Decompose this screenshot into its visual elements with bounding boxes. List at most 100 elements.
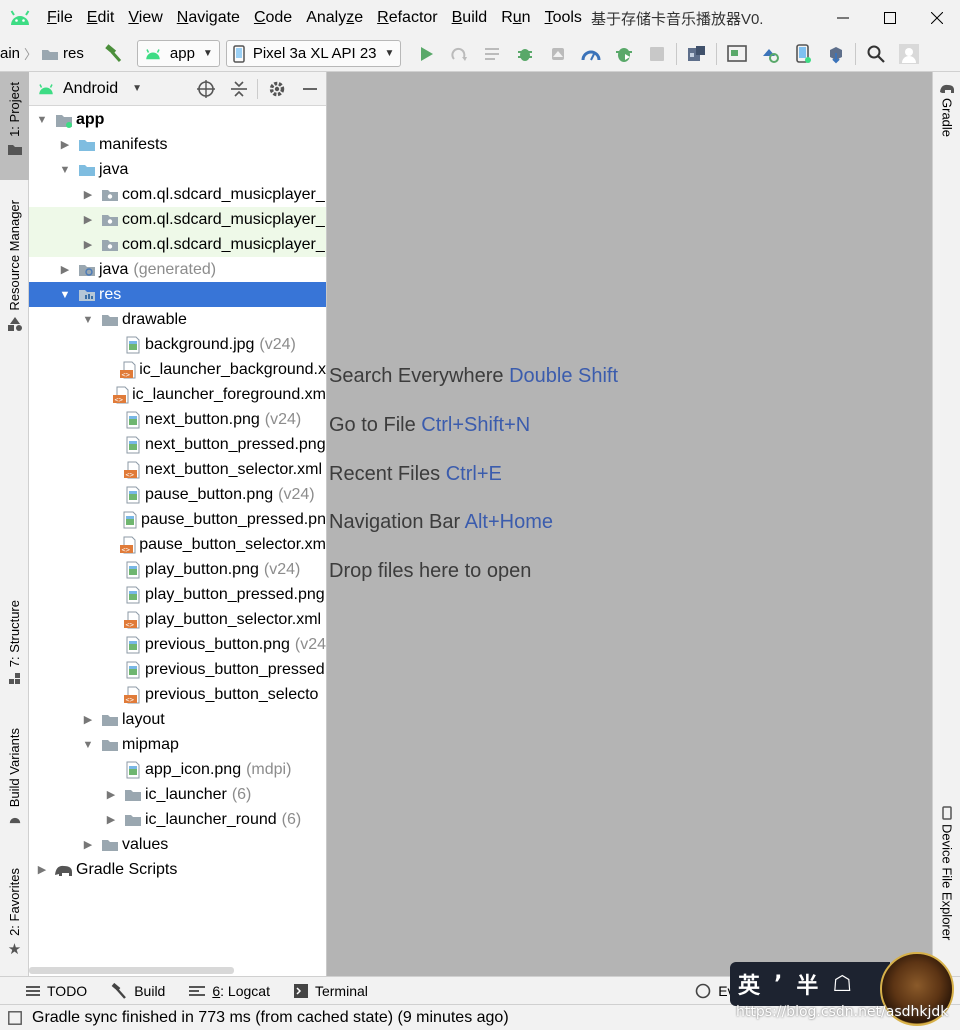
tree-row[interactable]: ▶ ic_launcher (6) — [29, 782, 326, 807]
tree-row[interactable]: ▼ mipmap — [29, 732, 326, 757]
tree-row[interactable]: <> next_button_selector.xml — [29, 457, 326, 482]
editor-hint: Search Everywhere Double Shift — [329, 365, 618, 388]
tree-row[interactable]: ▶ com.ql.sdcard_musicplayer_ — [29, 182, 326, 207]
expanded-arrow-icon[interactable]: ▼ — [54, 289, 76, 301]
tab-build[interactable]: Build — [105, 978, 171, 1004]
tree-row[interactable]: ▼ res — [29, 282, 326, 307]
profile-icon[interactable] — [574, 39, 607, 69]
horizontal-scrollbar[interactable] — [29, 967, 234, 974]
tab-project[interactable]: 1: Project — [0, 72, 29, 180]
tree-row[interactable]: <> previous_button_selecto — [29, 682, 326, 707]
view-mode-select[interactable]: Android ▼ — [37, 80, 142, 98]
user-icon[interactable] — [892, 39, 925, 69]
menu-item-refactor[interactable]: Refactor — [370, 0, 444, 36]
layout-inspector-icon[interactable] — [720, 39, 753, 69]
tree-row[interactable]: ▼ java — [29, 157, 326, 182]
maximize-button[interactable] — [866, 0, 913, 36]
expanded-arrow-icon[interactable]: ▼ — [54, 164, 76, 176]
menu-item-code[interactable]: Code — [247, 0, 299, 36]
tree-row[interactable]: previous_button.png (v24 — [29, 632, 326, 657]
tree-row[interactable]: next_button.png (v24) — [29, 407, 326, 432]
tree-row[interactable]: ▶ com.ql.sdcard_musicplayer_ — [29, 207, 326, 232]
menu-item-file[interactable]: File — [40, 0, 80, 36]
tree-row[interactable]: next_button_pressed.png — [29, 432, 326, 457]
tab-gradle[interactable]: Gradle — [933, 82, 960, 162]
menu-item-edit[interactable]: Edit — [80, 0, 122, 36]
collapsed-arrow-icon[interactable]: ▶ — [77, 838, 99, 851]
menu-item-tools[interactable]: Tools — [538, 0, 589, 36]
collapse-all-icon[interactable] — [222, 72, 255, 106]
collapsed-arrow-icon[interactable]: ▶ — [54, 138, 76, 151]
menu-item-view[interactable]: View — [121, 0, 169, 36]
collapsed-arrow-icon[interactable]: ▶ — [77, 713, 99, 726]
stop-icon[interactable] — [640, 39, 673, 69]
avd-manager-icon[interactable] — [786, 39, 819, 69]
tree-row[interactable]: play_button_pressed.png — [29, 582, 326, 607]
debug-icon[interactable] — [508, 39, 541, 69]
tree-row[interactable]: ▶ manifests — [29, 132, 326, 157]
tree-row[interactable]: <> pause_button_selector.xm — [29, 532, 326, 557]
tab-terminal[interactable]: Terminal — [288, 978, 374, 1004]
attach-debugger-icon[interactable] — [541, 39, 574, 69]
tree-row[interactable]: ▶ layout — [29, 707, 326, 732]
tab-build-variants[interactable]: Build Variants — [0, 728, 29, 838]
tree-row[interactable]: pause_button_pressed.pn — [29, 507, 326, 532]
collapsed-arrow-icon[interactable]: ▶ — [77, 213, 99, 226]
tree-row[interactable]: ▶ values — [29, 832, 326, 857]
expanded-arrow-icon[interactable]: ▼ — [77, 739, 99, 751]
collapsed-arrow-icon[interactable]: ▶ — [31, 863, 53, 876]
tab-structure[interactable]: 7: Structure — [0, 600, 29, 700]
breadcrumb-current[interactable]: res — [63, 45, 84, 62]
tree-row[interactable]: background.jpg (v24) — [29, 332, 326, 357]
locate-icon[interactable] — [189, 72, 222, 106]
tree-row[interactable]: ▶ Gradle Scripts — [29, 857, 326, 882]
tree-row[interactable]: <> play_button_selector.xml — [29, 607, 326, 632]
editor-empty-area[interactable]: Search Everywhere Double Shift Go to File… — [327, 72, 932, 976]
menu-item-build[interactable]: Build — [445, 0, 495, 36]
tree-row[interactable]: previous_button_pressed — [29, 657, 326, 682]
apply-changes-icon[interactable] — [442, 39, 475, 69]
search-icon[interactable] — [859, 39, 892, 69]
tree-row[interactable]: play_button.png (v24) — [29, 557, 326, 582]
sync-gradle-icon[interactable] — [753, 39, 786, 69]
collapsed-arrow-icon[interactable]: ▶ — [100, 813, 122, 826]
project-structure-icon[interactable] — [680, 39, 713, 69]
toggle-panels-icon[interactable] — [8, 1010, 22, 1025]
watermark-char: 英 — [738, 974, 761, 999]
coverage-icon[interactable] — [607, 39, 640, 69]
tree-row[interactable]: ▶ ic_launcher_round (6) — [29, 807, 326, 832]
menu-item-run[interactable]: Run — [494, 0, 537, 36]
tab-logcat[interactable]: 6: Logcat — [183, 978, 276, 1004]
run-config-select[interactable]: app ▼ — [136, 40, 220, 67]
breadcrumb-prev[interactable]: ain — [0, 45, 20, 62]
tree-row[interactable]: <> ic_launcher_foreground.xm — [29, 382, 326, 407]
expanded-arrow-icon[interactable]: ▼ — [77, 314, 99, 326]
hammer-icon[interactable] — [98, 39, 131, 69]
tab-resource-manager[interactable]: Resource Manager — [0, 200, 29, 350]
run-icon[interactable] — [409, 39, 442, 69]
tree-row[interactable]: pause_button.png (v24) — [29, 482, 326, 507]
collapsed-arrow-icon[interactable]: ▶ — [77, 238, 99, 251]
hide-panel-icon[interactable] — [293, 72, 326, 106]
tab-device-file-explorer[interactable]: Device File Explorer — [933, 806, 960, 976]
collapsed-arrow-icon[interactable]: ▶ — [100, 788, 122, 801]
menu-item-analyze[interactable]: Analyze — [299, 0, 370, 36]
tree-row[interactable]: ▼ drawable — [29, 307, 326, 332]
close-button[interactable] — [913, 0, 960, 36]
collapsed-arrow-icon[interactable]: ▶ — [77, 188, 99, 201]
sdk-manager-icon[interactable] — [819, 39, 852, 69]
device-select[interactable]: Pixel 3a XL API 23 ▼ — [225, 40, 402, 67]
tree-row[interactable]: ▶ com.ql.sdcard_musicplayer_ — [29, 232, 326, 257]
expanded-arrow-icon[interactable]: ▼ — [31, 114, 53, 126]
gear-icon[interactable] — [260, 72, 293, 106]
tree-row[interactable]: <> ic_launcher_background.x — [29, 357, 326, 382]
tree-row[interactable]: ▶ java (generated) — [29, 257, 326, 282]
tab-todo[interactable]: TODO — [20, 978, 93, 1004]
tree-row[interactable]: app_icon.png (mdpi) — [29, 757, 326, 782]
tree-row[interactable]: ▼ app — [29, 107, 326, 132]
apply-code-changes-icon[interactable] — [475, 39, 508, 69]
menu-item-navigate[interactable]: Navigate — [170, 0, 247, 36]
tab-favorites[interactable]: 2: Favorites ★ — [0, 868, 29, 968]
collapsed-arrow-icon[interactable]: ▶ — [54, 263, 76, 276]
minimize-button[interactable] — [819, 0, 866, 36]
